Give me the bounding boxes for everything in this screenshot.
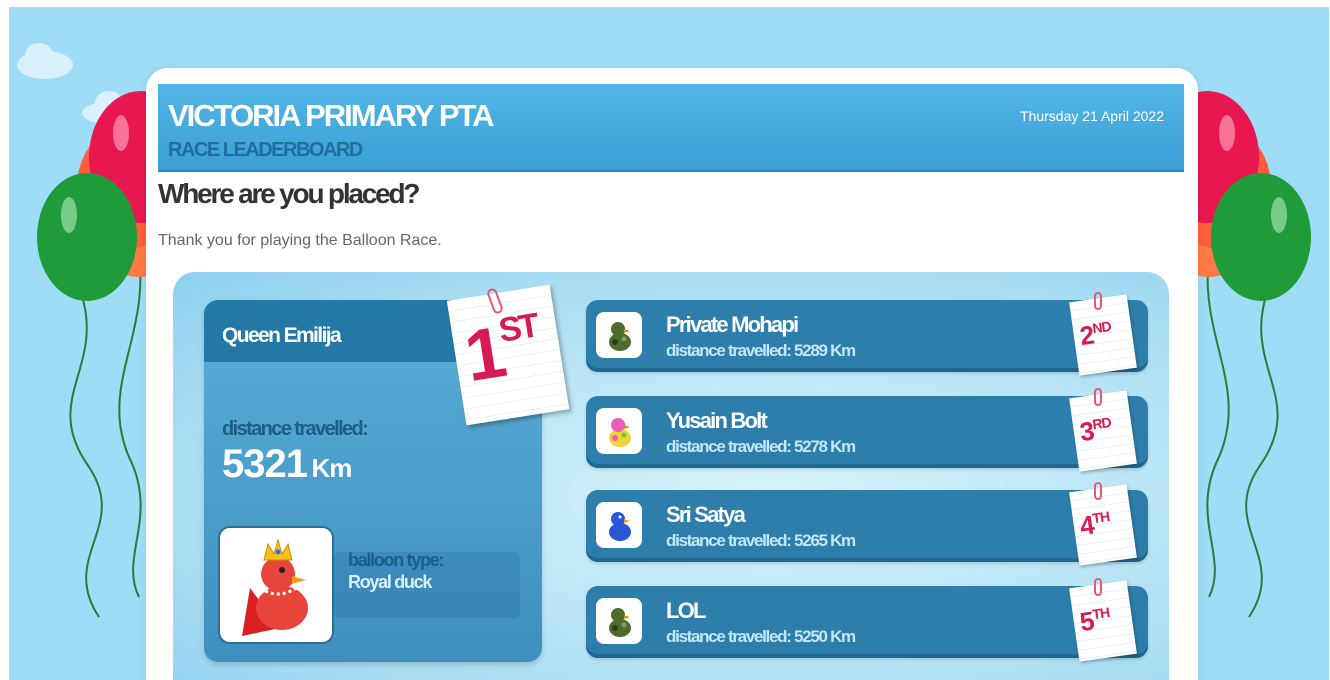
runner-distance-label: distance travelled: bbox=[666, 437, 792, 456]
place-suffix: TH bbox=[1091, 508, 1111, 527]
place-label: 3RD bbox=[1078, 413, 1114, 448]
place-suffix: ND bbox=[1091, 317, 1112, 337]
place-label: 5TH bbox=[1078, 603, 1112, 638]
runner-avatar bbox=[596, 502, 642, 548]
balloon-type-value: Royal duck bbox=[348, 572, 432, 592]
page-title: VICTORIA PRIMARY PTA bbox=[168, 98, 495, 133]
thanks-text: Thank you for playing the Balloon Race. bbox=[158, 232, 442, 249]
section-heading: Where are you placed? bbox=[158, 178, 421, 209]
paperclip-icon bbox=[1094, 578, 1102, 596]
winner-distance-unit: Km bbox=[311, 453, 352, 483]
runner-distance: distance travelled: 5278 Km bbox=[666, 437, 856, 457]
place-label: 2ND bbox=[1078, 317, 1114, 352]
runner-distance-value: 5289 Km bbox=[794, 341, 856, 360]
runner-distance-value: 5278 Km bbox=[794, 437, 856, 456]
runner-distance-value: 5250 Km bbox=[794, 627, 856, 646]
runner-distance: distance travelled: 5289 Km bbox=[666, 341, 856, 361]
place-badge: 4TH bbox=[1069, 484, 1137, 566]
place-badge: 5TH bbox=[1069, 580, 1137, 662]
runner-distance-label: distance travelled: bbox=[666, 627, 792, 646]
runner-avatar bbox=[596, 312, 642, 358]
leaderboard-row: Private Mohapi distance travelled: 5289 … bbox=[586, 300, 1148, 372]
winner-distance: 5321 Km bbox=[222, 442, 352, 487]
winner-name: Queen Emilija bbox=[222, 324, 342, 347]
place-label: 4TH bbox=[1078, 507, 1112, 542]
place-suffix: TH bbox=[1091, 604, 1111, 623]
pink-duck-icon bbox=[609, 418, 631, 447]
balloon-type-label: balloon type: bbox=[348, 550, 444, 570]
blue-duck-icon bbox=[609, 512, 631, 541]
winner-avatar bbox=[218, 526, 334, 644]
runner-avatar bbox=[596, 598, 642, 644]
runner-name: Sri Satya bbox=[666, 502, 746, 527]
runner-name: Yusain Bolt bbox=[666, 408, 768, 433]
runner-name: Private Mohapi bbox=[666, 312, 799, 337]
royal-duck-icon bbox=[242, 538, 308, 636]
first-place-badge: 1ST bbox=[446, 284, 570, 426]
runner-distance-label: distance travelled: bbox=[666, 341, 792, 360]
place-suffix: RD bbox=[1091, 413, 1112, 433]
leaderboard-row: LOL distance travelled: 5250 Km bbox=[586, 586, 1148, 658]
runner-distance: distance travelled: 5250 Km bbox=[666, 627, 856, 647]
runner-avatar bbox=[596, 408, 642, 454]
paperclip-icon bbox=[1094, 388, 1102, 406]
header-date: Thursday 21 April 2022 bbox=[1020, 108, 1164, 124]
page-header: VICTORIA PRIMARY PTA RACE LEADERBOARD Th… bbox=[158, 84, 1184, 172]
winner-distance-value: 5321 bbox=[222, 442, 308, 486]
runner-distance-value: 5265 Km bbox=[794, 531, 856, 550]
leaderboard-row: Sri Satya distance travelled: 5265 Km bbox=[586, 490, 1148, 562]
leaderboard-row: Yusain Bolt distance travelled: 5278 Km bbox=[586, 396, 1148, 468]
camo-duck-icon bbox=[609, 608, 631, 637]
runner-distance: distance travelled: 5265 Km bbox=[666, 531, 856, 551]
place-badge: 2ND bbox=[1069, 294, 1137, 376]
runner-name: LOL bbox=[666, 598, 706, 623]
place-badge: 3RD bbox=[1069, 390, 1137, 472]
paperclip-icon bbox=[1094, 482, 1102, 500]
first-place-suffix: ST bbox=[496, 306, 540, 350]
paperclip-icon bbox=[1094, 292, 1102, 310]
runner-distance-label: distance travelled: bbox=[666, 531, 792, 550]
winner-distance-label: distance travelled: bbox=[222, 418, 369, 440]
balloon-cluster-right bbox=[1179, 91, 1311, 618]
camo-duck-icon bbox=[609, 322, 631, 351]
first-place-label: 1ST bbox=[459, 305, 545, 398]
page-subtitle: RACE LEADERBOARD bbox=[168, 139, 363, 161]
